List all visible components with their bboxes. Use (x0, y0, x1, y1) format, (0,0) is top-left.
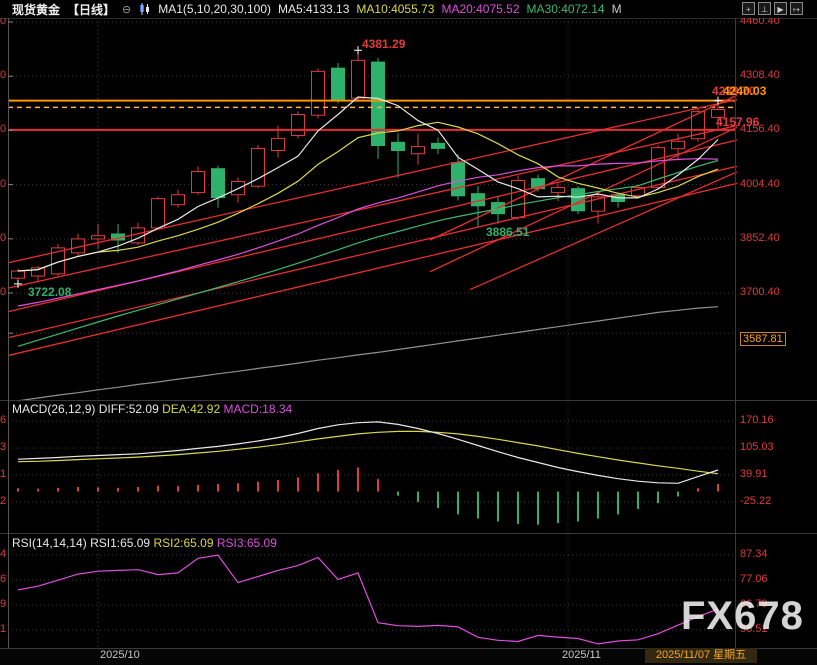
price-axis-tick: 3700.40 (740, 286, 780, 298)
zoom-out-icon[interactable]: ⊖ (122, 3, 131, 16)
ma-suffix-label: M (612, 2, 622, 16)
price-annotation: 4240.03 (723, 84, 766, 98)
rsi-axis-tick: 87.34 (740, 548, 768, 560)
trading-app-window: 现货黄金 【日线】 ⊖ MA1(5,10,20,30,100) MA5:4133… (0, 0, 817, 665)
rsi2-value: RSI2:65.09 (153, 536, 213, 550)
chart-canvas[interactable] (0, 0, 817, 665)
rsi-axis-clipped-digit: 4 (0, 548, 7, 560)
price-annotation: 3722.08 (28, 285, 71, 299)
pan-crosshair-icon[interactable]: + (742, 2, 755, 15)
rsi-axis-clipped-digit: 6 (0, 573, 7, 585)
macd-axis-clipped-digit: 3 (0, 441, 7, 453)
price-axis-boxed-label: 3587.81 (740, 332, 786, 346)
rsi1-value: RSI1:65.09 (90, 536, 150, 550)
macd-axis-clipped-digit: 2 (0, 495, 7, 507)
price-axis-tick: 4004.40 (740, 178, 780, 190)
rsi3-value: RSI3:65.09 (217, 536, 277, 550)
macd-panel-header: MACD(26,12,9) DIFF:52.09 DEA:42.92 MACD:… (12, 402, 292, 416)
ma5-value: MA5:4133.13 (278, 2, 349, 16)
rsi-axis-clipped-digit: 9 (0, 598, 7, 610)
macd-macd-value: MACD:18.34 (223, 402, 292, 416)
price-annotation: 4157.96 (716, 115, 759, 129)
play-forward-icon[interactable]: ▶ (774, 2, 787, 15)
price-axis-clipped-digit: 0 (0, 286, 7, 298)
rsi-settings-label[interactable]: RSI(14,14,14) (12, 536, 87, 550)
rsi-axis-tick: 77.06 (740, 573, 768, 585)
macd-axis-clipped-digit: 1 (0, 468, 7, 480)
ma10-value: MA10:4055.73 (356, 2, 434, 16)
rsi-panel-header: RSI(14,14,14) RSI1:65.09 RSI2:65.09 RSI3… (12, 536, 277, 550)
date-axis-label: 2025/10 (100, 649, 140, 661)
date-axis-label: 2025/11 (562, 649, 601, 661)
macd-diff-value: DIFF:52.09 (99, 402, 159, 416)
price-axis-clipped-digit: 0 (0, 232, 7, 244)
macd-axis-tick: -25.22 (740, 495, 771, 507)
macd-settings-label[interactable]: MACD(26,12,9) (12, 402, 95, 416)
instrument-title: 现货黄金 (12, 1, 60, 18)
period-label[interactable]: 【日线】 (67, 1, 115, 18)
ma20-value: MA20:4075.52 (441, 2, 519, 16)
candle-chart-icon[interactable] (138, 3, 151, 15)
chart-header: 现货黄金 【日线】 ⊖ MA1(5,10,20,30,100) MA5:4133… (0, 0, 817, 18)
axis-scale-icon[interactable]: ⊥ (758, 2, 771, 15)
price-axis-clipped-digit: 0 (0, 123, 7, 135)
price-axis-tick: 4308.40 (740, 69, 780, 81)
detach-window-icon[interactable]: ↦ (790, 2, 803, 15)
ma30-value: MA30:4072.14 (527, 2, 605, 16)
macd-axis-tick: 170.16 (740, 414, 774, 426)
macd-axis-tick: 105.03 (740, 441, 774, 453)
fx678-watermark: FX678 (681, 594, 804, 639)
macd-axis-tick: 39.91 (740, 468, 768, 480)
price-axis-clipped-digit: 0 (0, 178, 7, 190)
price-annotation: 4381.29 (362, 37, 405, 51)
current-date-badge: 2025/11/07 星期五 (645, 648, 757, 663)
macd-dea-value: DEA:42.92 (162, 402, 220, 416)
rsi-axis-clipped-digit: 1 (0, 623, 7, 635)
chart-toolbar: +⊥▶↦ (742, 2, 803, 15)
ma-settings-label[interactable]: MA1(5,10,20,30,100) (158, 2, 271, 16)
price-annotation: 3886.51 (486, 225, 529, 239)
price-axis-tick: 3852.40 (740, 232, 780, 244)
price-axis-clipped-digit: 0 (0, 69, 7, 81)
macd-axis-clipped-digit: 6 (0, 414, 7, 426)
